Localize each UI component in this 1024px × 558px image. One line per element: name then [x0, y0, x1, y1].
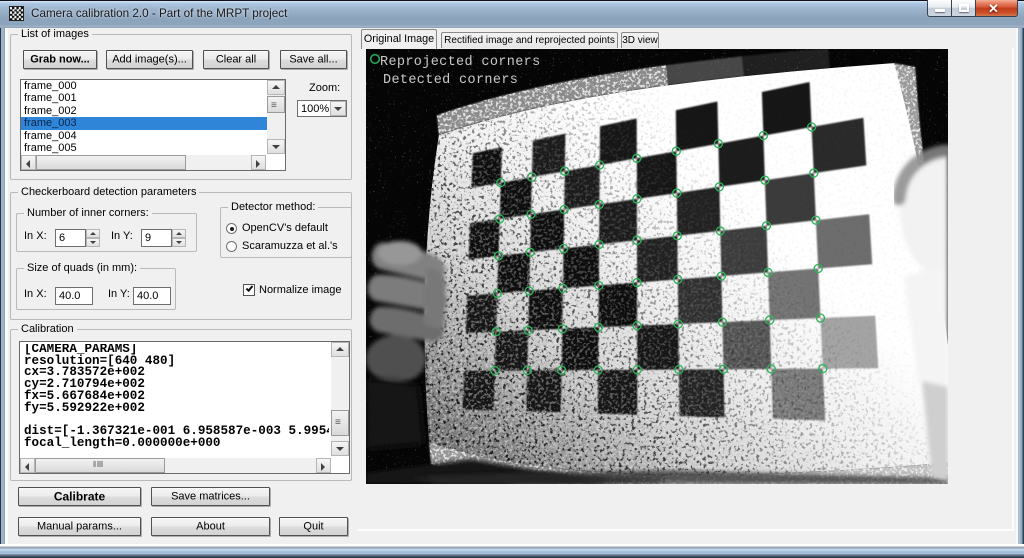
svg-text:Reprojected corners: Reprojected corners	[380, 55, 541, 70]
svg-text:Detected corners: Detected corners	[383, 73, 518, 88]
